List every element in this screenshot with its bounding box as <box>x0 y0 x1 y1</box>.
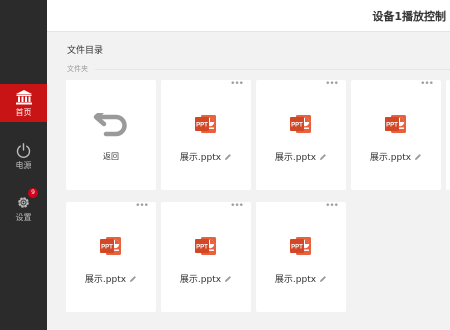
return-arrow-icon <box>92 107 128 143</box>
file-name-text: 展示.pptx <box>369 153 412 163</box>
folder-label: 文件夹 <box>67 65 88 73</box>
more-options-icon[interactable]: ••• <box>325 202 339 211</box>
sidebar-item-label: 首页 <box>15 108 32 117</box>
sidebar-item-label: 电源 <box>15 161 32 170</box>
sidebar: 首页 电源 9 设置 <box>0 0 47 330</box>
back-label: 返回 <box>103 152 119 161</box>
edit-pencil-icon[interactable] <box>129 275 137 286</box>
file-name: 展示.pptx <box>161 150 251 164</box>
file-card[interactable]: ••• PPT 展示.pptx <box>161 202 251 312</box>
ppt-icon-text: PPT <box>386 123 398 129</box>
ppt-file-icon: PPT <box>289 234 313 262</box>
back-card[interactable]: 返回 <box>66 80 156 190</box>
ppt-icon-text: PPT <box>196 123 208 129</box>
ppt-icon-text: PPT <box>101 245 113 251</box>
edit-pencil-icon[interactable] <box>319 275 327 286</box>
ppt-icon-text: PPT <box>196 245 208 251</box>
file-card[interactable]: ••• PPT 展示.pptx <box>161 80 251 190</box>
file-name-text: 展示.pptx <box>179 275 222 285</box>
file-name-text: 展示.pptx <box>274 275 317 285</box>
top-bar: 设备1播放控制 <box>47 0 450 32</box>
ppt-file-icon: PPT <box>289 112 313 140</box>
file-name: 展示.pptx <box>256 150 346 164</box>
file-card[interactable]: ••• PPT 展示.pptx <box>66 202 156 312</box>
ppt-icon-text: PPT <box>291 123 303 129</box>
section-title: 文件目录 <box>67 46 104 56</box>
file-name: 展示.pptx <box>256 272 346 286</box>
sidebar-item-power[interactable]: 电源 <box>0 137 47 175</box>
file-card-partial[interactable] <box>446 80 450 190</box>
more-options-icon[interactable]: ••• <box>420 80 434 89</box>
page-title: 设备1播放控制 <box>372 10 446 23</box>
edit-pencil-icon[interactable] <box>319 153 327 164</box>
ppt-file-icon: PPT <box>194 112 218 140</box>
power-icon <box>16 141 31 159</box>
edit-pencil-icon[interactable] <box>224 275 232 286</box>
file-card[interactable]: ••• PPT 展示.pptx <box>351 80 441 190</box>
gear-icon: 9 <box>16 188 38 211</box>
file-name: 展示.pptx <box>351 150 441 164</box>
ppt-file-icon: PPT <box>194 234 218 262</box>
more-options-icon[interactable]: ••• <box>135 202 149 211</box>
bank-icon <box>15 88 32 106</box>
sidebar-item-settings[interactable]: 9 设置 <box>0 188 47 227</box>
sidebar-item-label: 设置 <box>15 213 32 222</box>
file-name-text: 展示.pptx <box>84 275 127 285</box>
ppt-file-icon: PPT <box>384 112 408 140</box>
file-name-text: 展示.pptx <box>179 153 222 163</box>
sidebar-item-home[interactable]: 首页 <box>0 84 47 122</box>
file-name-text: 展示.pptx <box>274 153 317 163</box>
more-options-icon[interactable]: ••• <box>325 80 339 89</box>
divider <box>95 69 450 70</box>
file-name: 展示.pptx <box>161 272 251 286</box>
file-name: 展示.pptx <box>66 272 156 286</box>
notification-badge: 9 <box>28 188 38 198</box>
more-options-icon[interactable]: ••• <box>230 202 244 211</box>
file-card[interactable]: ••• PPT 展示.pptx <box>256 80 346 190</box>
more-options-icon[interactable]: ••• <box>230 80 244 89</box>
ppt-file-icon: PPT <box>99 234 123 262</box>
file-card[interactable]: ••• PPT 展示.pptx <box>256 202 346 312</box>
edit-pencil-icon[interactable] <box>414 153 422 164</box>
edit-pencil-icon[interactable] <box>224 153 232 164</box>
ppt-icon-text: PPT <box>291 245 303 251</box>
